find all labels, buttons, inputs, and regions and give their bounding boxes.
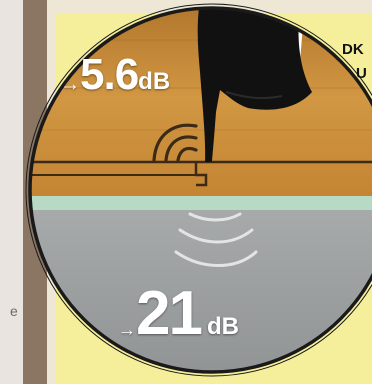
corner-label-line2: U <box>356 65 367 82</box>
impact-sound-reduction: →5.6dB <box>60 50 170 100</box>
airborne-sound-unit: dB <box>206 313 239 340</box>
underlay-layer <box>30 196 372 210</box>
airborne-sound-value: 21 <box>136 279 203 348</box>
airborne-sound-reduction: →21 dB <box>118 278 239 349</box>
arrow-right-icon: → <box>118 319 136 340</box>
arrow-right-icon: → <box>60 73 80 96</box>
impact-sound-value: 5.6 <box>80 50 139 99</box>
impact-sound-unit: dB <box>138 68 171 95</box>
corner-label: DK U <box>342 38 367 86</box>
corner-label-line1: DK <box>342 41 364 58</box>
